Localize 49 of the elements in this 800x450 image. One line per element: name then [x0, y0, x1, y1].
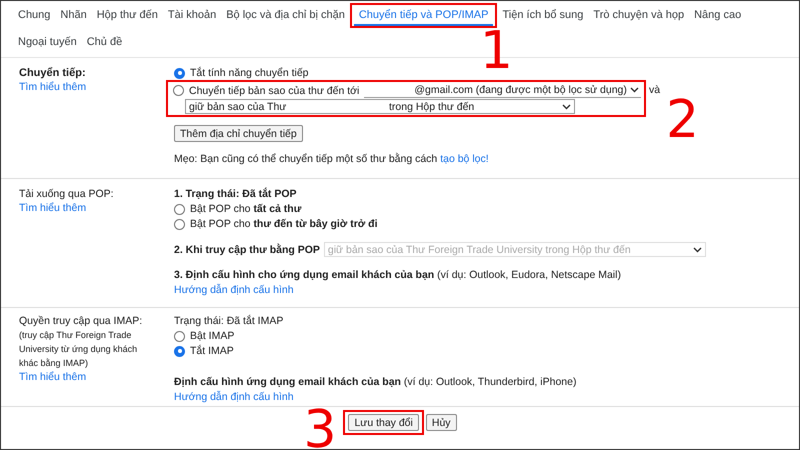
learn-more-link[interactable]: Hướng dẫn định cấu hình [174, 390, 294, 404]
pop-config-text: 3. Định cấu hình cho ứng dụng email khách của bạn (ví dụ: Outlook, Eudora, Netscape Mail) [174, 268, 622, 282]
radio-button[interactable] [174, 218, 185, 230]
settings-tab[interactable]: Chuyển tiếp và POP/IMAP [354, 4, 494, 26]
section-title: Quyền truy cập qua IMAP: [19, 314, 144, 328]
add-forwarding-address-button[interactable]: Thêm địa chỉ chuyển tiếp [174, 125, 303, 142]
radio-button[interactable] [174, 330, 185, 342]
annotation-number: 2 [666, 90, 700, 150]
pop-access-label: 2. Khi truy cập thư bằng POP [174, 242, 320, 256]
settings-tab[interactable]: Nhãn [55, 4, 92, 26]
imap-note: (truy cập Thư Foreign Trade University từ ứng dụng khách khác bằng IMAP) [19, 329, 138, 370]
radio-button[interactable] [173, 85, 184, 96]
radio-button[interactable] [174, 68, 185, 78]
option-label: Tắt IMAP [190, 344, 234, 358]
radio-button[interactable] [174, 204, 185, 214]
annotation-number: 3 [303, 400, 337, 449]
settings-tab[interactable]: Bộ lọc và địa chỉ bị chặn [221, 4, 350, 26]
settings-tab[interactable]: Trò chuyện và họp [588, 4, 690, 26]
imap-config-text: Định cấu hình ứng dụng email khách của bạn (ví dụ: Outlook, Thunderbird, iPhone) [174, 375, 576, 389]
tip-text: Mẹo: Bạn cũng có thể chuyển tiếp một số thư bằng cách tạo bộ lọc! [174, 152, 490, 166]
learn-more-link[interactable]: Tìm hiểu thêm [19, 80, 86, 94]
address-select[interactable]: @gmail.com (đang được một bộ lọc sử dụng) [364, 83, 641, 98]
settings-tab[interactable]: Hộp thư đến [92, 4, 163, 26]
learn-more-link[interactable]: Tìm hiểu thêm [19, 370, 86, 384]
option-label: Bật POP cho tất cả thư [190, 202, 302, 216]
section-title: Tải xuống qua POP: [19, 187, 115, 201]
settings-tab[interactable]: Nâng cao [689, 4, 746, 26]
option-label: Tắt tính năng chuyển tiếp [190, 66, 308, 80]
caret-icon [692, 246, 702, 252]
settings-tab[interactable]: Ngoại tuyến [13, 32, 82, 52]
settings-tab[interactable]: Chủ đề [82, 32, 128, 52]
radio-button[interactable] [174, 346, 185, 356]
learn-more-link[interactable]: Tìm hiểu thêm [19, 201, 86, 215]
and-label: và [649, 83, 660, 97]
section-title: Chuyển tiếp: [19, 66, 87, 80]
option-label: Bật IMAP [190, 329, 234, 343]
option-label: Bật POP cho thư đến từ bây giờ trở đi [190, 217, 378, 231]
caret-icon [562, 104, 571, 110]
settings-tab[interactable]: Tài khoản [162, 4, 222, 26]
learn-more-link[interactable]: Hướng dẫn định cấu hình [174, 283, 294, 297]
pop-status: 1. Trạng thái: Đã tắt POP [174, 187, 298, 201]
settings-tab[interactable]: Chung [13, 4, 56, 26]
option-label: Chuyển tiếp bản sao của thư đến tới [189, 84, 360, 98]
caret-icon [630, 87, 639, 93]
keep-copy-select[interactable]: giữ bản sao của Thư trong Hộp thư đến [185, 99, 575, 114]
save-button[interactable]: Lưu thay đổi [348, 414, 419, 431]
imap-status: Trạng thái: Đã tắt IMAP [174, 314, 284, 328]
create-filter-link[interactable]: tạo bộ lọc! [440, 153, 489, 165]
cancel-button[interactable]: Hủy [426, 414, 457, 431]
